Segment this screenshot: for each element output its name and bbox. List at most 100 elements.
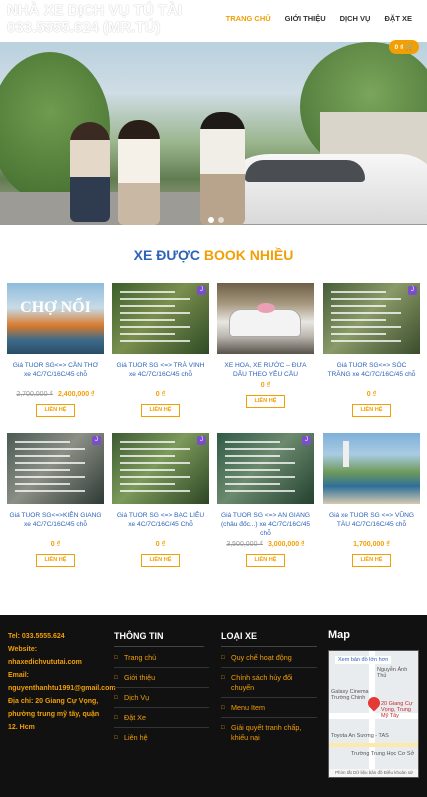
- footer-website[interactable]: nhaxedichvututai.com: [8, 656, 108, 669]
- nav-home[interactable]: TRANG CHỦ: [219, 14, 278, 23]
- nav-book[interactable]: ĐẶT XE: [377, 14, 419, 23]
- map-enlarge-link[interactable]: Xem bản đồ lớn hơn: [335, 656, 392, 664]
- product-name[interactable]: XE HOA, XE RƯỚC – ĐƯA DÂU THEO YÊU CẦU: [219, 361, 312, 379]
- footer-info-title: THÔNG TIN: [114, 631, 164, 641]
- product-image[interactable]: [323, 433, 420, 504]
- sale-price: 0 ₫: [366, 391, 377, 398]
- hero-car-window: [245, 160, 365, 182]
- product-name[interactable]: Giá TUOR SG <=> AN GIANG (châu đốc...) x…: [219, 511, 312, 538]
- sale-price: 1,700,000 ₫: [353, 541, 390, 548]
- product-name[interactable]: Giá TUOR SG <=> TRÀ VINH xe 4C/7C/16C/45…: [114, 361, 207, 379]
- map-school-label: Trường Trung Học Cơ Sở: [351, 751, 415, 757]
- product-price: 3,500,000 ₫ 3,000,000 ₫: [217, 541, 314, 548]
- footer-address: Địa chỉ: 20 Giang Cự Vọng, phường trung …: [8, 698, 100, 731]
- footer-info-list: Trang chủ Giới thiệu Dịch Vụ Đặt Xe Liên…: [114, 653, 209, 751]
- product-price: 1,700,000 ₫: [323, 541, 420, 548]
- sale-price: 0 ₫: [155, 391, 166, 398]
- thumb-tag: J: [197, 286, 206, 295]
- footer-link-cancel-policy[interactable]: Chính sách hủy đổi chuyến: [221, 673, 317, 693]
- product-price: 0 ₫: [112, 541, 209, 548]
- product-card: J Giá TUOR SG<=> SÓC TRĂNG xe 4C/7C/16C/…: [323, 283, 420, 423]
- footer-link-services[interactable]: Dịch Vụ: [114, 693, 209, 703]
- contact-button[interactable]: LIÊN HỆ: [141, 554, 180, 567]
- cart-icon: 🛒: [405, 44, 414, 51]
- contact-button[interactable]: LIÊN HỆ: [246, 395, 285, 408]
- site-header: NHÀ XE DỊCH VỤ TÚ TÀI 033.5555.624 (MR.T…: [0, 0, 427, 42]
- brand-line2: 033.5555.624 (MR.TÚ): [7, 19, 161, 36]
- slider-dot[interactable]: [208, 217, 214, 223]
- product-price: 0 ₫: [217, 382, 314, 389]
- product-name[interactable]: Giá xe TUOR SG <=> VŨNG TÀU 4C/7C/16C/45…: [325, 511, 418, 529]
- contact-button[interactable]: LIÊN HỆ: [246, 554, 285, 567]
- product-image[interactable]: [217, 283, 314, 354]
- old-price: 3,500,000 ₫: [226, 541, 264, 548]
- product-card: Giá xe TUOR SG <=> VŨNG TÀU 4C/7C/16C/45…: [323, 433, 420, 573]
- product-card: J Giá TUOR SG <=> TRÀ VINH xe 4C/7C/16C/…: [112, 283, 209, 423]
- product-name[interactable]: Giá TUOR SG<=>KIÊN GIANG xe 4C/7C/16C/45…: [9, 511, 102, 529]
- cart-button[interactable]: 0 ₫ 🛒: [389, 40, 419, 54]
- nav-about[interactable]: GIỚI THIỆU: [278, 14, 333, 23]
- footer-link-contact[interactable]: Liên hệ: [114, 733, 209, 743]
- nav-services[interactable]: DỊCH VỤ: [333, 14, 378, 23]
- old-price: 2,700,000 ₫: [16, 391, 54, 398]
- product-card: J Giá TUOR SG <=> BẠC LIÊU xe 4C/7C/16C/…: [112, 433, 209, 573]
- sale-price: 3,000,000 ₫: [267, 541, 305, 548]
- map-attribution: Phím tắt Dữ liệu bản đồ Điều khoản sử dụ…: [329, 769, 418, 777]
- map-street-label: Nguyễn Ảnh Thủ: [377, 667, 408, 679]
- contact-button[interactable]: LIÊN HỆ: [36, 404, 75, 417]
- thumb-list: [120, 291, 198, 347]
- map-toyota-label: Toyota An Sương - TAS: [331, 733, 389, 739]
- product-image[interactable]: J: [323, 283, 420, 354]
- contact-button[interactable]: LIÊN HỆ: [352, 554, 391, 567]
- footer-link-menu-item[interactable]: Menu Item: [221, 703, 317, 713]
- main-nav: TRANG CHỦ GIỚI THIỆU DỊCH VỤ ĐẶT XE: [219, 14, 419, 23]
- product-card: J Giá TUOR SG <=> AN GIANG (châu đốc...)…: [217, 433, 314, 573]
- footer-link-about[interactable]: Giới thiệu: [114, 673, 209, 683]
- product-price: 0 ₫: [323, 391, 420, 398]
- thumb-list: [331, 291, 409, 347]
- contact-button[interactable]: LIÊN HỆ: [352, 404, 391, 417]
- footer-link-home[interactable]: Trang chủ: [114, 653, 209, 663]
- map-road: [369, 651, 375, 777]
- footer-website-label: Website:: [8, 646, 38, 653]
- footer-link-rules[interactable]: Quy chế hoạt động: [221, 653, 317, 663]
- contact-button[interactable]: LIÊN HỆ: [36, 554, 75, 567]
- statue: [343, 441, 349, 467]
- google-map[interactable]: Xem bản đồ lớn hơn Nguyễn Ảnh Thủ Galaxy…: [328, 650, 419, 778]
- product-card: XE HOA, XE RƯỚC – ĐƯA DÂU THEO YÊU CẦU 0…: [217, 283, 314, 423]
- map-road: [329, 743, 418, 747]
- product-image[interactable]: J: [112, 283, 209, 354]
- footer-email[interactable]: nguyenthanhtu1991@gmail.com: [8, 682, 116, 695]
- product-image[interactable]: J: [112, 433, 209, 504]
- product-image[interactable]: CHỢ NỔI: [7, 283, 104, 354]
- footer-type-title: LOẠI XE: [221, 631, 258, 641]
- popular-section: XE ĐƯỢC BOOK NHIỀU CHỢ NỔI Giá TUOR SG<=…: [0, 225, 427, 615]
- footer-map-title: Map: [328, 629, 350, 641]
- product-name[interactable]: Giá TUOR SG <=> BẠC LIÊU xe 4C/7C/16C/45…: [114, 511, 207, 529]
- page: NHÀ XE DỊCH VỤ TÚ TÀI 033.5555.624 (MR.T…: [0, 0, 427, 797]
- thumb-tag: J: [92, 436, 101, 445]
- slider-dots: [208, 217, 224, 223]
- footer-divider: [114, 646, 204, 647]
- thumb-list: [15, 441, 93, 497]
- product-image[interactable]: J: [7, 433, 104, 504]
- footer-link-disputes[interactable]: Giải quyết tranh chấp, khiếu nại: [221, 723, 317, 743]
- footer-divider: [221, 646, 317, 647]
- product-name[interactable]: Giá TUOR SG<=> SÓC TRĂNG xe 4C/7C/16C/45…: [325, 361, 418, 379]
- section-title: XE ĐƯỢC BOOK NHIỀU: [0, 247, 427, 263]
- product-image[interactable]: J: [217, 433, 314, 504]
- brand-logo[interactable]: NHÀ XE DỊCH VỤ TÚ TÀI 033.5555.624 (MR.T…: [7, 2, 207, 36]
- hero-person: [70, 122, 110, 222]
- thumb-list: [120, 441, 198, 497]
- footer-tel[interactable]: Tel: 033.5555.624: [8, 630, 108, 643]
- map-place-label: 20 Giang Cự Vọng, Trung Mỹ Tây: [381, 701, 413, 719]
- product-name[interactable]: Giá TUOR SG<=> CẦN THƠ xe 4C/7C/16C/45 c…: [9, 361, 102, 379]
- slider-dot[interactable]: [218, 217, 224, 223]
- footer-type-list: Quy chế hoạt động Chính sách hủy đổi chu…: [221, 653, 317, 751]
- brand-line1: NHÀ XE DỊCH VỤ TÚ TÀI: [7, 2, 183, 19]
- hero-banner[interactable]: [0, 42, 427, 225]
- contact-button[interactable]: LIÊN HỆ: [141, 404, 180, 417]
- product-price: 2,700,000 ₫ 2,400,000 ₫: [7, 391, 104, 398]
- footer-link-book[interactable]: Đặt Xe: [114, 713, 209, 723]
- product-card: J Giá TUOR SG<=>KIÊN GIANG xe 4C/7C/16C/…: [7, 433, 104, 573]
